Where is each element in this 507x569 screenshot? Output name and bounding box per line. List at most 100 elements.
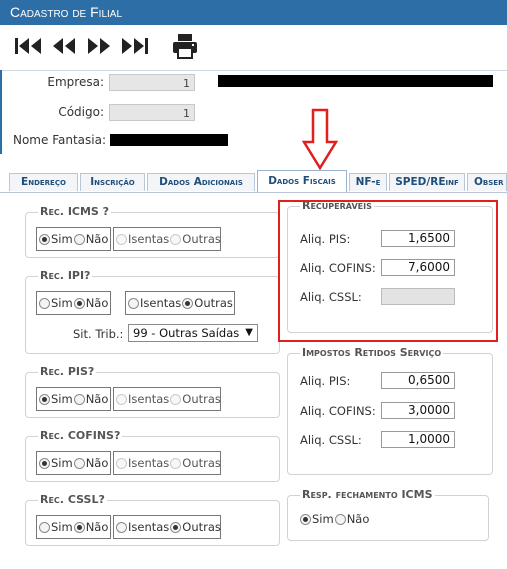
radio-unselected	[73, 233, 85, 245]
rec-cssl-group: Rec. CSSL? Sim Não Isentas Outras	[25, 493, 280, 546]
rec-ipi-nao-radio[interactable]: Não	[73, 296, 108, 310]
resp-fechamento-options: Sim Não	[300, 512, 370, 526]
rec-icms-outras-radio[interactable]: Outras	[170, 232, 221, 246]
tab-dados-fiscais[interactable]: Dados Fiscais	[257, 170, 347, 192]
radio-unselected	[116, 521, 127, 533]
tab-endereco[interactable]: Endereço	[9, 173, 78, 191]
tab-nfe[interactable]: NF-e	[349, 173, 387, 191]
previous-record-icon[interactable]	[52, 36, 76, 58]
ret-cofins-aliq-label: Aliq. COFINS:	[300, 404, 376, 418]
rec-ipi-group: Rec. IPI? Sim Não Isentas Outras Sit. Tr…	[25, 269, 280, 354]
down-arrow-annotation	[301, 108, 339, 173]
empresa-name-redacted	[218, 75, 493, 87]
radio-unselected	[334, 513, 346, 525]
tab-bar: Endereço Inscrição Dados Adicionais Dado…	[0, 170, 507, 193]
nome-fantasia-label: Nome Fantasia:	[12, 133, 106, 147]
codigo-label: Código:	[58, 105, 104, 119]
rec-cofins-group: Rec. COFINS? Sim Não Isentas Outras	[25, 429, 280, 482]
radio-unselected	[39, 521, 50, 533]
rec-cofins-legend: Rec. COFINS?	[38, 429, 123, 442]
radio-disabled	[116, 457, 127, 469]
radio-selected	[300, 513, 311, 525]
rec-ipi-simnao: Sim Não	[36, 291, 111, 315]
rec-ipi-legend: Rec. IPI?	[38, 269, 93, 282]
rec-cofins-nao-radio[interactable]: Não	[73, 456, 108, 470]
rec-pis-simnao: Sim Não	[36, 387, 111, 411]
radio-disabled	[170, 457, 182, 469]
rec-cssl-nao-radio[interactable]: Não	[73, 520, 108, 534]
rec-icms-legend: Rec. ICMS ?	[38, 205, 112, 218]
radio-selected	[73, 297, 85, 309]
rec-pis-legend: Rec. PIS?	[38, 365, 97, 378]
nome-fantasia-redacted[interactable]	[110, 134, 228, 146]
rec-pis-group: Rec. PIS? Sim Não Isentas Outras	[25, 365, 280, 418]
rec-cssl-isentas-outras: Isentas Outras	[113, 515, 221, 539]
codigo-field[interactable]: 1	[109, 104, 195, 121]
rec-cofins-sim-radio[interactable]: Sim	[39, 456, 73, 470]
rec-ipi-isentas-radio[interactable]: Isentas	[128, 296, 181, 310]
ret-cssl-aliq-label: Aliq. CSSL:	[300, 433, 362, 447]
ret-pis-aliq-label: Aliq. PIS:	[300, 374, 351, 388]
rec-icms-nao-radio[interactable]: Não	[73, 232, 108, 246]
highlight-box-annotation	[278, 200, 498, 342]
radio-disabled	[170, 393, 182, 405]
rec-pis-outras-radio[interactable]: Outras	[170, 392, 221, 406]
ret-pis-aliq-input[interactable]: 0,6500	[381, 372, 455, 389]
radio-unselected	[128, 297, 139, 309]
sit-trib-value: 99 - Outras Saídas	[133, 326, 240, 340]
radio-selected	[39, 393, 50, 405]
rec-icms-simnao: Sim Não	[36, 227, 111, 251]
rec-cofins-simnao: Sim Não	[36, 451, 111, 475]
rec-cssl-sim-radio[interactable]: Sim	[39, 520, 73, 534]
radio-selected	[182, 297, 194, 309]
rec-pis-nao-radio[interactable]: Não	[73, 392, 108, 406]
ret-cofins-aliq-input[interactable]: 3,0000	[381, 402, 455, 419]
rec-ipi-sim-radio[interactable]: Sim	[39, 296, 73, 310]
resp-fechamento-legend: Resp. fechamento ICMS	[300, 488, 435, 501]
impostos-retidos-group: Impostos Retidos Serviço Aliq. PIS: 0,65…	[287, 346, 493, 475]
sit-trib-label: Sit. Trib.:	[73, 327, 124, 341]
resp-fechamento-sim-radio[interactable]: Sim	[300, 512, 334, 526]
rec-cofins-isentas-outras: Isentas Outras	[113, 451, 221, 475]
next-record-icon[interactable]	[87, 36, 111, 58]
empresa-field[interactable]: 1	[109, 74, 195, 91]
rec-cofins-isentas-radio[interactable]: Isentas	[116, 456, 169, 470]
header-form: Empresa: 1 Código: 1 Nome Fantasia:	[2, 70, 507, 160]
resp-fechamento-group: Resp. fechamento ICMS Sim Não	[287, 488, 489, 541]
rec-cssl-isentas-radio[interactable]: Isentas	[116, 520, 169, 534]
rec-cssl-legend: Rec. CSSL?	[38, 493, 107, 506]
print-icon[interactable]	[171, 33, 199, 59]
radio-disabled	[116, 393, 127, 405]
rec-cssl-simnao: Sim Não	[36, 515, 111, 539]
rec-ipi-isentas-outras: Isentas Outras	[125, 291, 235, 315]
toolbar	[0, 25, 507, 71]
radio-selected	[73, 521, 85, 533]
radio-unselected	[73, 393, 85, 405]
chevron-down-icon: ▼	[245, 327, 253, 338]
tab-dados-adicionais[interactable]: Dados Adicionais	[147, 173, 255, 191]
last-record-icon[interactable]	[121, 36, 149, 58]
empresa-label: Empresa:	[47, 75, 104, 89]
rec-pis-isentas-outras: Isentas Outras	[113, 387, 221, 411]
radio-disabled	[170, 233, 182, 245]
rec-icms-isentas-outras: Isentas Outras	[113, 227, 221, 251]
tab-observacoes[interactable]: Obser	[467, 173, 507, 191]
radio-selected	[39, 233, 50, 245]
rec-icms-isentas-radio[interactable]: Isentas	[116, 232, 169, 246]
rec-pis-isentas-radio[interactable]: Isentas	[116, 392, 169, 406]
rec-ipi-outras-radio[interactable]: Outras	[182, 296, 233, 310]
impostos-retidos-legend: Impostos Retidos Serviço	[300, 346, 444, 359]
tab-sped-reinf[interactable]: SPED/REinf	[389, 173, 465, 191]
radio-unselected	[39, 297, 50, 309]
rec-cssl-outras-radio[interactable]: Outras	[170, 520, 221, 534]
ret-cssl-aliq-input[interactable]: 1,0000	[381, 431, 455, 448]
rec-pis-sim-radio[interactable]: Sim	[39, 392, 73, 406]
resp-fechamento-nao-radio[interactable]: Não	[334, 512, 369, 526]
tab-inscricao[interactable]: Inscrição	[80, 173, 145, 191]
first-record-icon[interactable]	[14, 36, 42, 58]
sit-trib-select[interactable]: 99 - Outras Saídas ▼	[128, 324, 258, 342]
rec-icms-group: Rec. ICMS ? Sim Não Isentas Outras	[25, 205, 280, 258]
rec-icms-sim-radio[interactable]: Sim	[39, 232, 73, 246]
rec-cofins-outras-radio[interactable]: Outras	[170, 456, 221, 470]
radio-disabled	[116, 233, 127, 245]
